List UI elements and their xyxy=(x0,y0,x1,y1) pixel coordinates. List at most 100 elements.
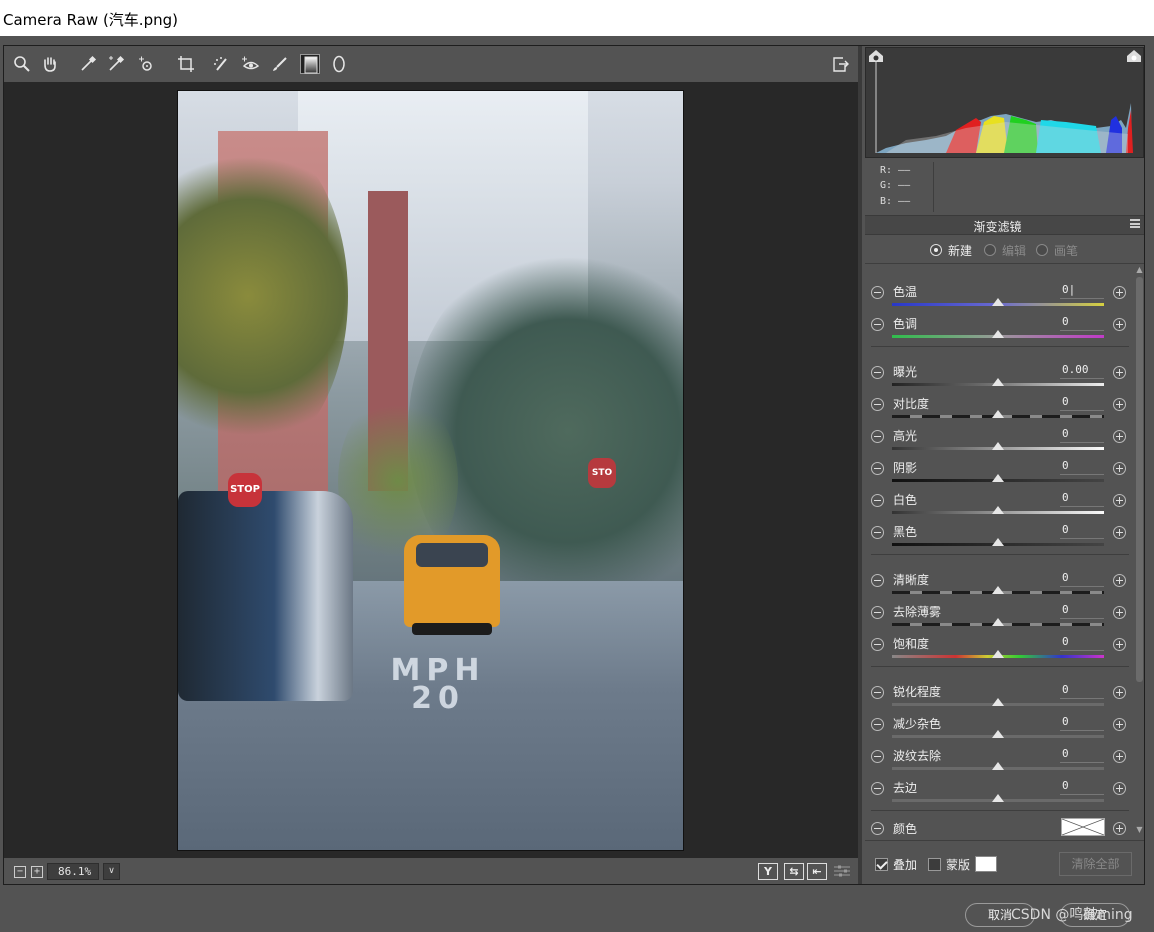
increase-icon[interactable] xyxy=(1113,286,1126,299)
increase-icon[interactable] xyxy=(1113,318,1126,331)
slider-highlights[interactable]: 高光 0 xyxy=(865,415,1135,450)
slider-whites[interactable]: 白色 0 xyxy=(865,479,1135,514)
increase-icon[interactable] xyxy=(1113,638,1126,651)
slider-value-field[interactable]: 0 xyxy=(1060,523,1104,539)
slider-dehaze[interactable]: 去除薄雾 0 xyxy=(865,591,1135,626)
zoom-tool-button[interactable] xyxy=(12,54,32,74)
zoom-dropdown-button[interactable]: ∨ xyxy=(103,863,120,880)
clear-all-button[interactable]: 清除全部 xyxy=(1059,852,1132,876)
radial-filter-tool-button[interactable] xyxy=(329,54,349,74)
scrollbar-thumb[interactable] xyxy=(1136,277,1143,682)
slider-value-field[interactable]: 0 xyxy=(1060,715,1104,731)
scroll-up-icon[interactable]: ▲ xyxy=(1136,265,1143,274)
slider-value-field[interactable]: 0 xyxy=(1060,779,1104,795)
highlight-clipping-warning-icon[interactable] xyxy=(1127,50,1141,62)
decrease-icon[interactable] xyxy=(871,718,884,731)
open-in-photoshop-button[interactable] xyxy=(830,54,850,74)
decrease-icon[interactable] xyxy=(871,750,884,763)
slider-shadows[interactable]: 阴影 0 xyxy=(865,447,1135,482)
hand-tool-button[interactable] xyxy=(40,54,60,74)
slider-thumb[interactable] xyxy=(992,650,1004,658)
slider-defringe[interactable]: 去边 0 xyxy=(865,767,1135,802)
mode-edit-radio[interactable] xyxy=(984,244,996,256)
increase-icon[interactable] xyxy=(1113,574,1126,587)
slider-value-field[interactable]: 0 xyxy=(1060,603,1104,619)
mask-color-swatch[interactable] xyxy=(975,856,997,872)
crop-tool-button[interactable] xyxy=(176,54,196,74)
decrease-icon[interactable] xyxy=(871,822,884,835)
increase-icon[interactable] xyxy=(1113,606,1126,619)
white-balance-tool-button[interactable] xyxy=(78,54,98,74)
decrease-icon[interactable] xyxy=(871,494,884,507)
increase-icon[interactable] xyxy=(1113,750,1126,763)
slider-value-field[interactable]: 0 xyxy=(1060,683,1104,699)
scroll-down-icon[interactable]: ▼ xyxy=(1136,825,1143,834)
increase-icon[interactable] xyxy=(1113,822,1126,835)
decrease-icon[interactable] xyxy=(871,638,884,651)
increase-icon[interactable] xyxy=(1113,366,1126,379)
slider-blacks[interactable]: 黑色 0 xyxy=(865,511,1135,546)
decrease-icon[interactable] xyxy=(871,526,884,539)
zoom-in-button[interactable]: + xyxy=(31,866,43,878)
before-after-view-button[interactable]: Y xyxy=(758,863,778,880)
color-sampler-tool-button[interactable] xyxy=(106,54,126,74)
slider-thumb[interactable] xyxy=(992,330,1004,338)
targeted-adjustment-tool-button[interactable] xyxy=(136,54,156,74)
copy-current-to-before-button[interactable]: ⇤ xyxy=(807,863,827,880)
decrease-icon[interactable] xyxy=(871,398,884,411)
increase-icon[interactable] xyxy=(1113,494,1126,507)
slider-value-field[interactable]: 0 xyxy=(1060,635,1104,651)
slider-clarity[interactable]: 清晰度 0 xyxy=(865,559,1135,594)
increase-icon[interactable] xyxy=(1113,526,1126,539)
decrease-icon[interactable] xyxy=(871,318,884,331)
slider-value-field[interactable]: 0 xyxy=(1060,427,1104,443)
slider-moire-reduction[interactable]: 波纹去除 0 xyxy=(865,735,1135,770)
slider-thumb[interactable] xyxy=(992,538,1004,546)
increase-icon[interactable] xyxy=(1113,782,1126,795)
slider-sharpness[interactable]: 锐化程度 0 xyxy=(865,671,1135,706)
slider-value-field[interactable]: 0 xyxy=(1060,747,1104,763)
decrease-icon[interactable] xyxy=(871,366,884,379)
color-swatch[interactable] xyxy=(1061,818,1105,836)
toggle-settings-button[interactable] xyxy=(832,861,852,881)
red-eye-tool-button[interactable] xyxy=(240,54,260,74)
decrease-icon[interactable] xyxy=(871,430,884,443)
graduated-filter-tool-button[interactable] xyxy=(300,54,320,74)
mode-brush-radio[interactable] xyxy=(1036,244,1048,256)
mask-checkbox[interactable] xyxy=(928,858,941,871)
slider-value-field[interactable]: 0 xyxy=(1060,459,1104,475)
slider-tint[interactable]: 色调 0 xyxy=(865,303,1135,338)
zoom-out-button[interactable]: − xyxy=(14,866,26,878)
slider-thumb[interactable] xyxy=(992,794,1004,802)
decrease-icon[interactable] xyxy=(871,606,884,619)
swap-before-after-button[interactable]: ⇆ xyxy=(784,863,804,880)
increase-icon[interactable] xyxy=(1113,462,1126,475)
mode-new-radio[interactable] xyxy=(930,244,942,256)
overlay-checkbox[interactable] xyxy=(875,858,888,871)
decrease-icon[interactable] xyxy=(871,462,884,475)
decrease-icon[interactable] xyxy=(871,574,884,587)
slider-saturation[interactable]: 饱和度 0 xyxy=(865,623,1135,658)
increase-icon[interactable] xyxy=(1113,430,1126,443)
slider-value-field[interactable]: 0| xyxy=(1060,283,1104,299)
slider-value-field[interactable]: 0 xyxy=(1060,491,1104,507)
preview-photo[interactable]: STOP STO MPH 20 xyxy=(177,90,684,851)
slider-value-field[interactable]: 0.00 xyxy=(1060,363,1104,379)
slider-value-field[interactable]: 0 xyxy=(1060,315,1104,331)
slider-noise-reduction[interactable]: 减少杂色 0 xyxy=(865,703,1135,738)
adjustment-brush-tool-button[interactable] xyxy=(270,54,290,74)
increase-icon[interactable] xyxy=(1113,686,1126,699)
decrease-icon[interactable] xyxy=(871,286,884,299)
panel-menu-icon[interactable] xyxy=(1130,219,1140,228)
slider-exposure[interactable]: 曝光 0.00 xyxy=(865,351,1135,386)
decrease-icon[interactable] xyxy=(871,686,884,699)
slider-contrast[interactable]: 对比度 0 xyxy=(865,383,1135,418)
slider-value-field[interactable]: 0 xyxy=(1060,571,1104,587)
increase-icon[interactable] xyxy=(1113,398,1126,411)
spot-removal-tool-button[interactable] xyxy=(212,54,232,74)
slider-temperature[interactable]: 色温 0| xyxy=(865,271,1135,306)
shadow-clipping-warning-icon[interactable] xyxy=(869,50,883,62)
increase-icon[interactable] xyxy=(1113,718,1126,731)
decrease-icon[interactable] xyxy=(871,782,884,795)
slider-value-field[interactable]: 0 xyxy=(1060,395,1104,411)
